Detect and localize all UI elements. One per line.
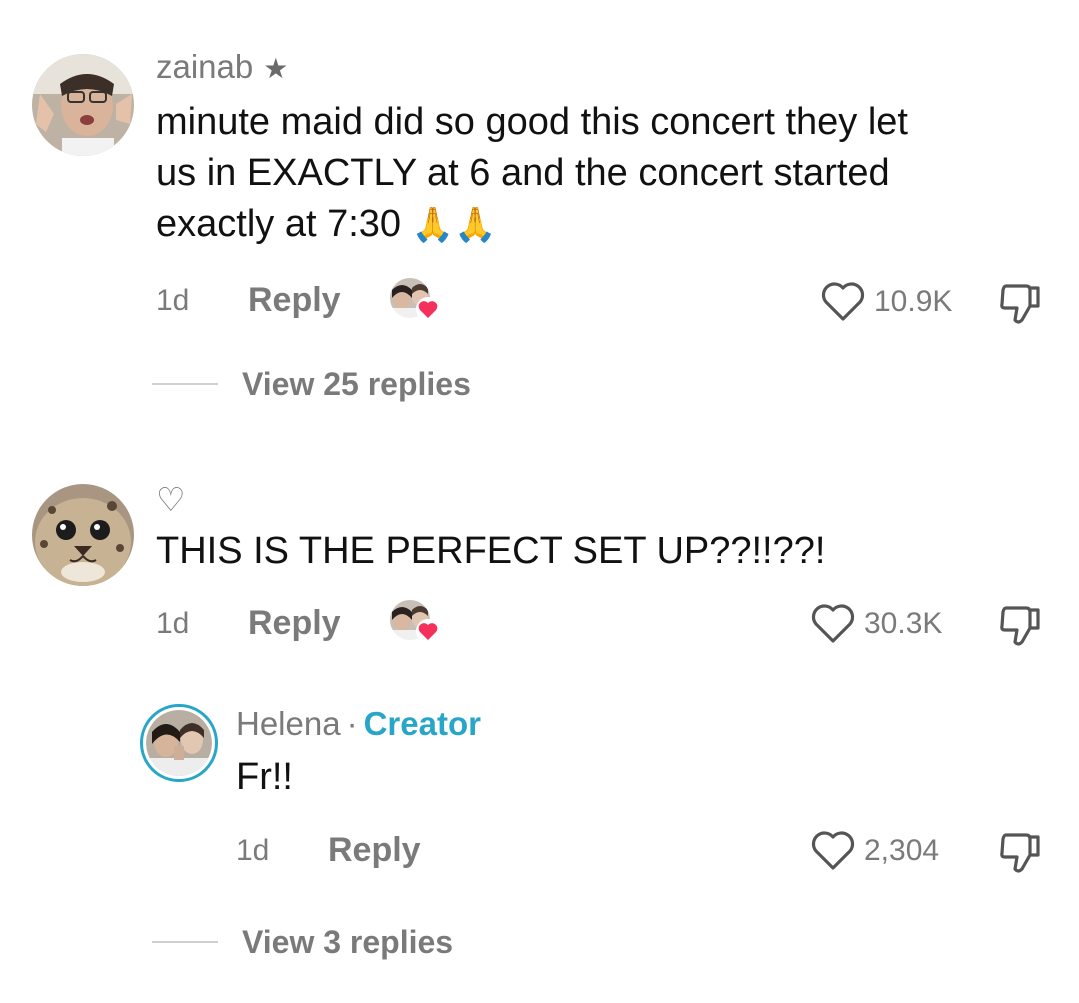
like-button[interactable]: 30.3K [810, 602, 942, 646]
creator-badge: Creator [363, 705, 481, 742]
thumbs-down-icon[interactable] [996, 829, 1044, 877]
reply-time: 1d [236, 834, 270, 867]
reply-button[interactable]: Reply [328, 831, 421, 870]
comment-text-line: minute maid did so good this concert the… [156, 101, 908, 143]
pray-emoji: 🙏🙏 [411, 206, 497, 244]
comment-time: 1d [156, 284, 190, 317]
heart-outline-icon [810, 603, 856, 645]
like-count: 30.3K [864, 607, 943, 640]
comment-text-line: exactly at 7:30 [156, 203, 402, 245]
avatar-zainab[interactable] [32, 54, 134, 156]
reply-username[interactable]: Helena [236, 705, 341, 742]
comment-username[interactable]: ♡ [156, 480, 186, 519]
comment-text-line: us in EXACTLY at 6 and the concert start… [156, 152, 890, 194]
comment-text: THIS IS THE PERFECT SET UP??!!??! [156, 530, 826, 572]
thumbs-down-icon[interactable] [996, 602, 1044, 650]
comment-time: 1d [156, 607, 190, 640]
avatar-helena[interactable] [140, 704, 218, 782]
star-icon: ★ [263, 53, 289, 84]
thumbs-down-icon[interactable] [996, 280, 1044, 328]
reply-button[interactable]: Reply [248, 281, 341, 320]
like-count: 2,304 [864, 834, 940, 867]
comment-username[interactable]: zainab [156, 48, 253, 85]
creator-liked-badge-icon [388, 598, 442, 646]
divider-line [152, 941, 218, 943]
divider-line [152, 383, 218, 385]
like-button[interactable]: 2,304 [810, 829, 939, 873]
reply-button[interactable]: Reply [248, 604, 341, 643]
like-button[interactable]: 10.9K [820, 280, 952, 324]
view-replies-button[interactable]: View 3 replies [242, 924, 453, 961]
view-replies-button[interactable]: View 25 replies [242, 366, 471, 403]
name-separator: · [346, 705, 358, 742]
heart-outline-icon [820, 281, 866, 323]
creator-liked-badge-icon [388, 276, 442, 324]
like-count: 10.9K [874, 285, 953, 318]
avatar-cat[interactable] [32, 484, 134, 586]
comment-text: minute maid did so good this concert the… [156, 97, 1056, 251]
reply-text: Fr!! [236, 756, 293, 798]
heart-outline-icon [810, 830, 856, 872]
